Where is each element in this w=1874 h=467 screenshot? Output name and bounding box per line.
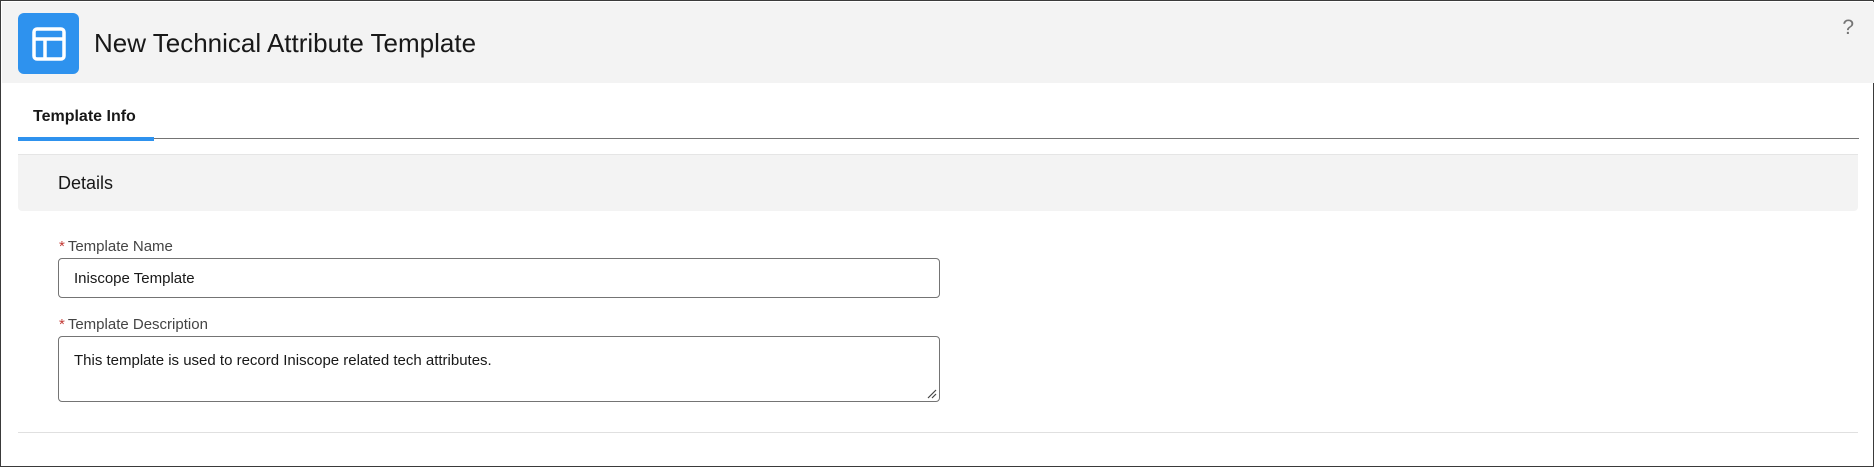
tab-bar: Template Info	[18, 97, 1859, 141]
template-name-input[interactable]	[58, 258, 940, 298]
details-section-header[interactable]: Details	[18, 154, 1858, 211]
template-name-label-text: Template Name	[67, 238, 173, 255]
help-icon[interactable]: ?	[1842, 16, 1854, 40]
section-title: Details	[58, 173, 114, 193]
required-marker: *	[59, 316, 65, 333]
bottom-divider	[18, 432, 1858, 433]
active-tab-indicator	[18, 137, 154, 141]
template-description-textarea[interactable]: This template is used to record Iniscope…	[58, 336, 940, 402]
template-icon	[18, 13, 79, 74]
template-description-label-text: Template Description	[67, 316, 208, 333]
required-marker: *	[59, 238, 65, 255]
tab-label: Template Info	[33, 108, 136, 125]
resize-handle-icon[interactable]	[927, 389, 937, 399]
page-header: New Technical Attribute Template ?	[2, 2, 1874, 83]
template-layout-glyph	[31, 26, 66, 61]
page-title: New Technical Attribute Template	[94, 28, 477, 58]
modal-frame: New Technical Attribute Template ? Templ…	[0, 0, 1874, 467]
tab-template-info[interactable]: Template Info	[18, 97, 154, 141]
template-name-label: * Template Name	[59, 238, 173, 255]
template-description-label: * Template Description	[59, 316, 208, 333]
